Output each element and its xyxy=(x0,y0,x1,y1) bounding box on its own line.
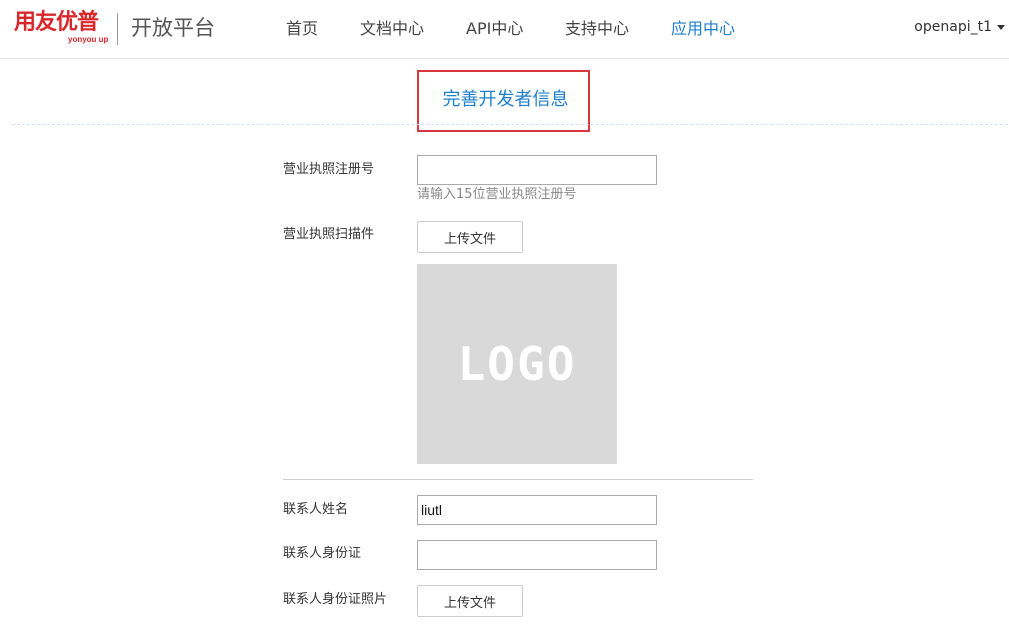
contact-id-photo-upload-button[interactable]: 上传文件 xyxy=(417,585,523,617)
contact-name-label: 联系人姓名 xyxy=(283,502,349,517)
platform-title: 开放平台 xyxy=(131,16,215,40)
license-scan-upload-button[interactable]: 上传文件 xyxy=(417,221,523,253)
username: openapi_t1 xyxy=(914,19,992,35)
logo-placeholder-image: LOGO xyxy=(457,337,577,391)
logo-text: 用友优普 xyxy=(14,10,99,35)
license-number-label: 营业执照注册号 xyxy=(283,162,375,177)
caret-down-icon xyxy=(997,24,1005,30)
license-number-input[interactable] xyxy=(417,155,657,185)
nav-home[interactable]: 首页 xyxy=(286,18,318,40)
user-menu[interactable]: openapi_t1 xyxy=(914,17,1005,37)
contact-name-input[interactable] xyxy=(417,495,657,525)
contact-id-input[interactable] xyxy=(417,540,657,570)
contact-id-photo-label: 联系人身份证照片 xyxy=(283,592,388,607)
nav-apps[interactable]: 应用中心 xyxy=(671,18,735,40)
license-number-hint: 请输入15位营业执照注册号 xyxy=(417,187,577,202)
page-title: 完善开发者信息 xyxy=(442,89,569,110)
logo-divider xyxy=(117,13,118,45)
title-dashed-divider xyxy=(12,124,1008,125)
contact-id-label: 联系人身份证 xyxy=(283,546,362,561)
section-divider xyxy=(283,479,753,480)
nav-docs[interactable]: 文档中心 xyxy=(360,18,424,40)
license-scan-label: 营业执照扫描件 xyxy=(283,227,375,242)
license-scan-preview: LOGO xyxy=(417,264,617,464)
nav-api[interactable]: API中心 xyxy=(466,18,523,40)
page-title-box: 完善开发者信息 xyxy=(417,70,590,132)
logo-subtext: yonyou up xyxy=(68,35,109,44)
nav-support[interactable]: 支持中心 xyxy=(565,18,629,40)
yonyou-logo[interactable]: 用友优普 yonyou up xyxy=(14,10,112,46)
top-header: 用友优普 yonyou up 开放平台 首页 文档中心 API中心 支持中心 应… xyxy=(0,0,1009,59)
